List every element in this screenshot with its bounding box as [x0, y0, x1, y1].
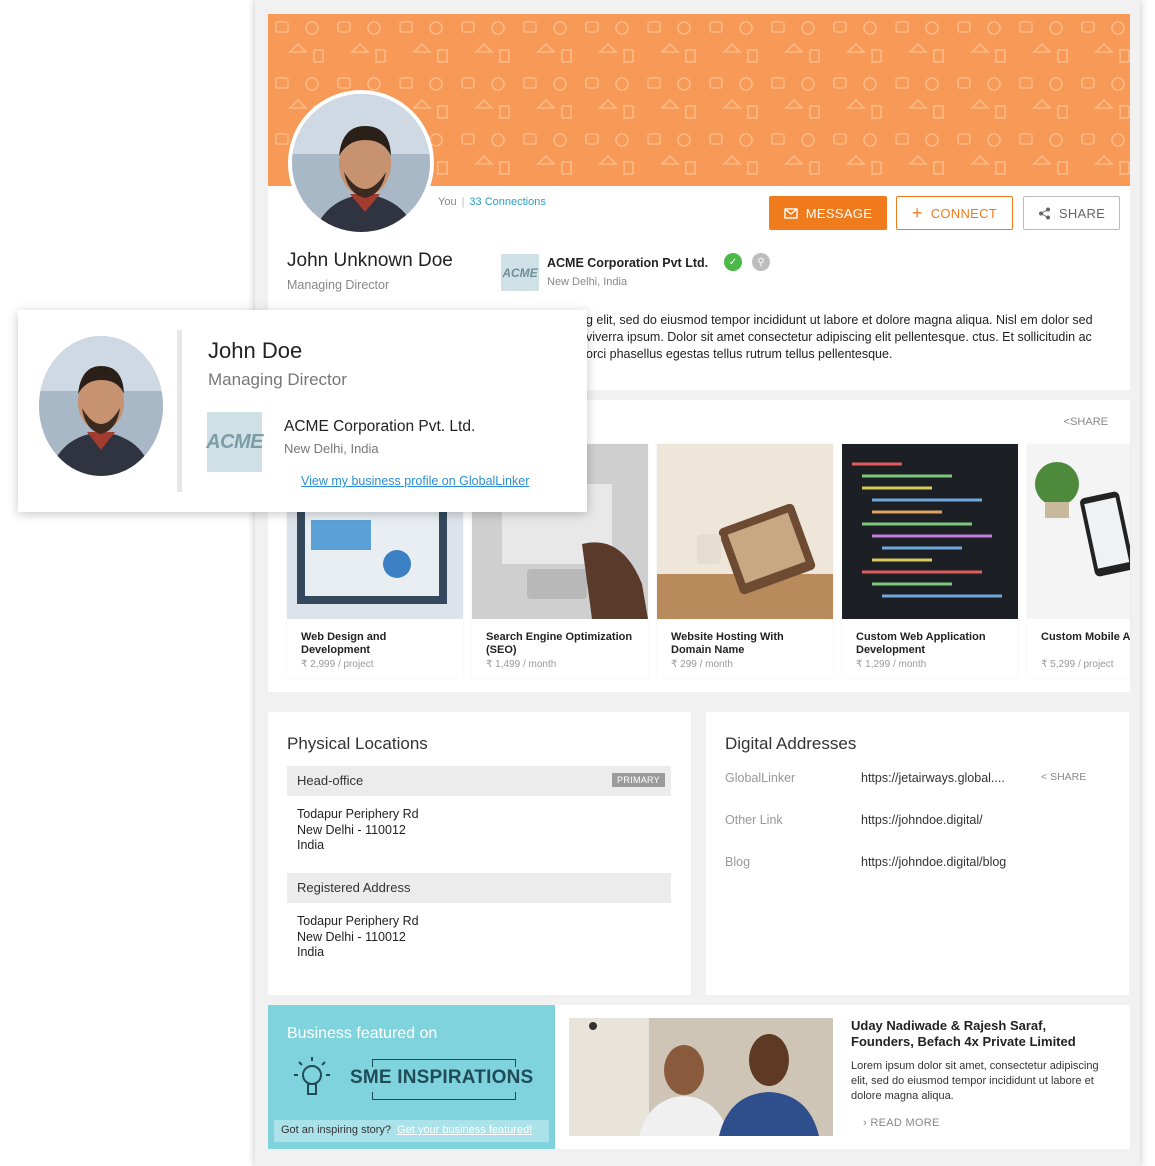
product-image — [1027, 444, 1130, 619]
digital-label: Blog — [725, 855, 751, 869]
link-badge-icon: ⚲ — [752, 253, 770, 271]
product-card[interactable]: Custom Web Application Development ₹ 1,2… — [842, 444, 1018, 678]
share-icon — [1038, 207, 1050, 219]
product-image — [842, 444, 1018, 619]
products-share-button[interactable]: <SHARE — [1064, 416, 1108, 428]
product-price: ₹ 5,299 / project — [1041, 659, 1114, 670]
company-logo[interactable]: ACME — [501, 254, 539, 291]
connections-link[interactable]: 33 Connections — [469, 196, 545, 208]
registered-address-header: Registered Address — [287, 873, 671, 903]
get-featured-link[interactable]: Get your business featured! — [397, 1124, 532, 1136]
overlay-name: John Doe — [208, 338, 303, 363]
share-button[interactable]: SHARE — [1023, 196, 1120, 230]
product-price: ₹ 299 / month — [671, 659, 733, 670]
overlay-divider — [177, 330, 182, 492]
overlay-company-location: New Delhi, India — [284, 441, 379, 456]
read-more-label: READ MORE — [870, 1117, 940, 1129]
digital-addresses-card: Digital Addresses GlobalLinker https://j… — [706, 712, 1129, 995]
brand-frame-bottom — [372, 1092, 516, 1100]
sme-inspirations-logo: SME INSPIRATIONS — [350, 1067, 534, 1088]
verified-shield-icon: ✓ — [724, 253, 742, 271]
address-line: Todapur Periphery Rd — [297, 807, 419, 821]
digital-link[interactable]: https://johndoe.digital/blog — [861, 855, 1006, 869]
featured-on-title: Business featured on — [287, 1025, 438, 1042]
product-image — [657, 444, 833, 619]
view-profile-link[interactable]: View my business profile on GlobalLinker — [301, 474, 529, 488]
overlay-avatar — [39, 336, 163, 476]
featured-story-card: Business featured on SME INSPIRATIONS Go… — [268, 1005, 1130, 1149]
overlay-company-name: ACME Corporation Pvt. Ltd. — [284, 418, 476, 435]
product-price: ₹ 1,299 / month — [856, 659, 927, 670]
product-name: Web Design and Development — [301, 631, 387, 656]
product-card[interactable]: Custom Mobile A (Android, iOS) De ₹ 5,29… — [1027, 444, 1130, 678]
message-button[interactable]: MESSAGE — [769, 196, 887, 230]
digital-title: Digital Addresses — [725, 734, 857, 753]
physical-locations-card: Physical Locations Head-office PRIMARY T… — [268, 712, 691, 995]
digital-link[interactable]: https://jetairways.global.... — [861, 771, 1005, 785]
message-label: MESSAGE — [805, 205, 873, 221]
you-label: You — [438, 196, 457, 208]
story-prompt-text: Got an inspiring story? — [281, 1124, 392, 1136]
digital-share-label: SHARE — [1050, 771, 1087, 783]
address-line: Todapur Periphery Rd — [297, 914, 419, 928]
product-card[interactable]: Website Hosting With Domain Name ₹ 299 /… — [657, 444, 833, 678]
founders-photo[interactable] — [569, 1018, 833, 1136]
digital-link[interactable]: https://johndoe.digital/ — [861, 813, 983, 827]
brand-frame-top — [372, 1059, 516, 1067]
locations-title: Physical Locations — [287, 734, 428, 753]
business-card-overlay: John Doe Managing Director ACME ACME Cor… — [18, 310, 587, 512]
product-name: Custom Web Application Development — [856, 631, 986, 656]
company-location: New Delhi, India — [547, 276, 628, 288]
plus-icon: + — [911, 203, 923, 223]
address-line: New Delhi - 110012 — [297, 929, 406, 944]
profile-avatar[interactable] — [288, 90, 434, 236]
product-price: ₹ 1,499 / month — [486, 659, 557, 670]
story-prompt: Got an inspiring story? Get your busines… — [274, 1120, 549, 1142]
head-office-label: Head-office — [297, 773, 364, 788]
connect-label: CONNECT — [930, 205, 998, 221]
address-line: New Delhi - 110012 — [297, 822, 406, 837]
connect-button[interactable]: + CONNECT — [896, 196, 1013, 230]
featured-description: Lorem ipsum dolor sit amet, consectetur … — [851, 1060, 1099, 1102]
product-name: Website Hosting With Domain Name — [671, 631, 784, 656]
mail-icon — [784, 207, 798, 219]
product-price: ₹ 2,999 / project — [301, 659, 374, 670]
address-line: India — [297, 838, 325, 852]
primary-badge: PRIMARY — [612, 773, 665, 787]
overlay-company-logo: ACME — [206, 412, 263, 472]
featured-people[interactable]: Uday Nadiwade & Rajesh Saraf, Founders, … — [851, 1018, 1111, 1050]
address-line: India — [297, 945, 325, 959]
sme-inspirations-banner[interactable]: Business featured on SME INSPIRATIONS Go… — [268, 1005, 555, 1149]
product-name: Search Engine Optimization (SEO) — [486, 631, 633, 656]
registered-address-label: Registered Address — [297, 880, 411, 895]
read-more-link[interactable]: › READ MORE — [863, 1117, 940, 1129]
digital-label: GlobalLinker — [725, 771, 796, 785]
share-label: SHARE — [1058, 205, 1106, 221]
chevron-right-icon: › — [863, 1117, 867, 1129]
products-share-label: SHARE — [1070, 416, 1108, 428]
overlay-title: Managing Director — [208, 370, 347, 389]
lightbulb-icon — [294, 1057, 330, 1095]
registered-address: Todapur Periphery Rd New Delhi - 110012 … — [297, 914, 419, 961]
company-name[interactable]: ACME Corporation Pvt Ltd. — [547, 256, 708, 270]
digital-label: Other Link — [725, 813, 783, 827]
profile-title: Managing Director — [287, 278, 390, 292]
head-office-header: Head-office PRIMARY — [287, 766, 671, 796]
digital-share-button[interactable]: < SHARE — [1041, 771, 1086, 783]
head-office-address: Todapur Periphery Rd New Delhi - 110012 … — [297, 807, 419, 854]
product-name: Custom Mobile A (Android, iOS) De — [1041, 631, 1130, 643]
profile-name: John Unknown Doe — [287, 250, 453, 271]
about-text: g elit, sed do eiusmod tempor incididunt… — [586, 313, 1093, 361]
connections-line: You | 33 Connections — [438, 196, 546, 208]
profile-page: You | 33 Connections MESSAGE + CONNECT SHA… — [255, 0, 1140, 1166]
